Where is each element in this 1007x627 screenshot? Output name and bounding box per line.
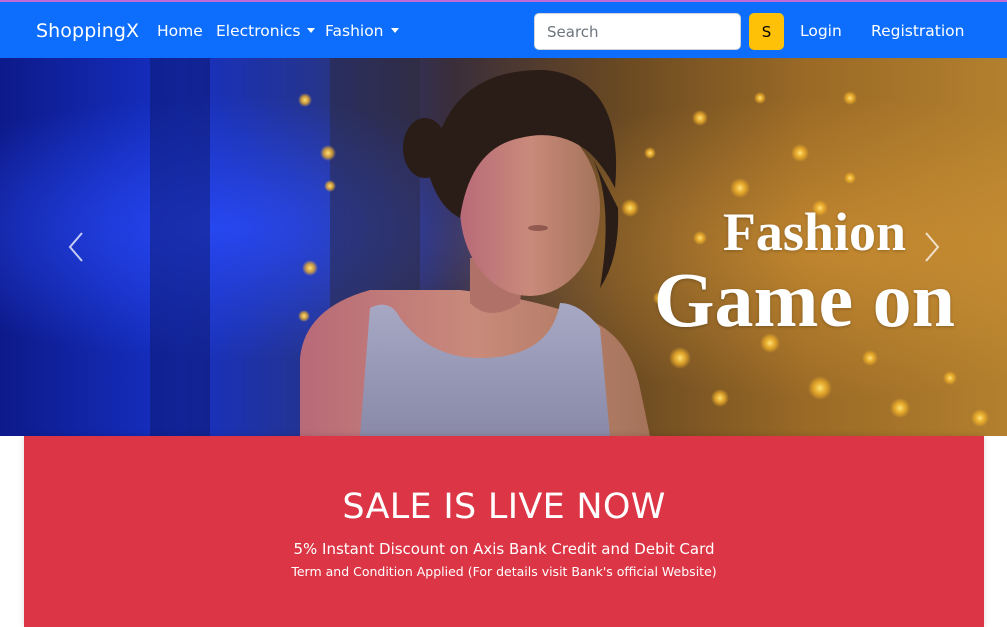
carousel-next-button[interactable] — [916, 230, 946, 264]
nav-electronics-label: Electronics — [216, 22, 301, 40]
caret-down-icon — [390, 28, 399, 33]
registration-link[interactable]: Registration — [871, 22, 964, 40]
nav-home-link[interactable]: Home — [157, 22, 203, 40]
chevron-right-icon — [916, 230, 946, 264]
nav-fashion-dropdown[interactable]: Fashion — [325, 22, 399, 40]
chevron-left-icon — [62, 230, 92, 264]
hero-carousel: Fashion Game on — [0, 58, 1007, 436]
sale-offer-text: 5% Instant Discount on Axis Bank Credit … — [293, 540, 715, 558]
sale-banner: SALE IS LIVE NOW 5% Instant Discount on … — [24, 436, 984, 627]
search-input[interactable] — [534, 13, 741, 50]
carousel-caption-title: Fashion — [722, 202, 906, 262]
navbar: ShoppingX Home Electronics Fashion S Log… — [0, 0, 1007, 58]
brand-link[interactable]: ShoppingX — [36, 20, 139, 42]
nav-electronics-dropdown[interactable]: Electronics — [216, 22, 316, 40]
nav-fashion-label: Fashion — [325, 22, 384, 40]
search-button[interactable]: S — [749, 13, 784, 50]
sale-terms-text: Term and Condition Applied (For details … — [291, 564, 717, 579]
sale-title: SALE IS LIVE NOW — [342, 487, 666, 527]
carousel-caption-subtitle: Game on — [653, 256, 955, 343]
login-link[interactable]: Login — [800, 22, 842, 40]
carousel-prev-button[interactable] — [62, 230, 92, 264]
caret-down-icon — [307, 28, 316, 33]
